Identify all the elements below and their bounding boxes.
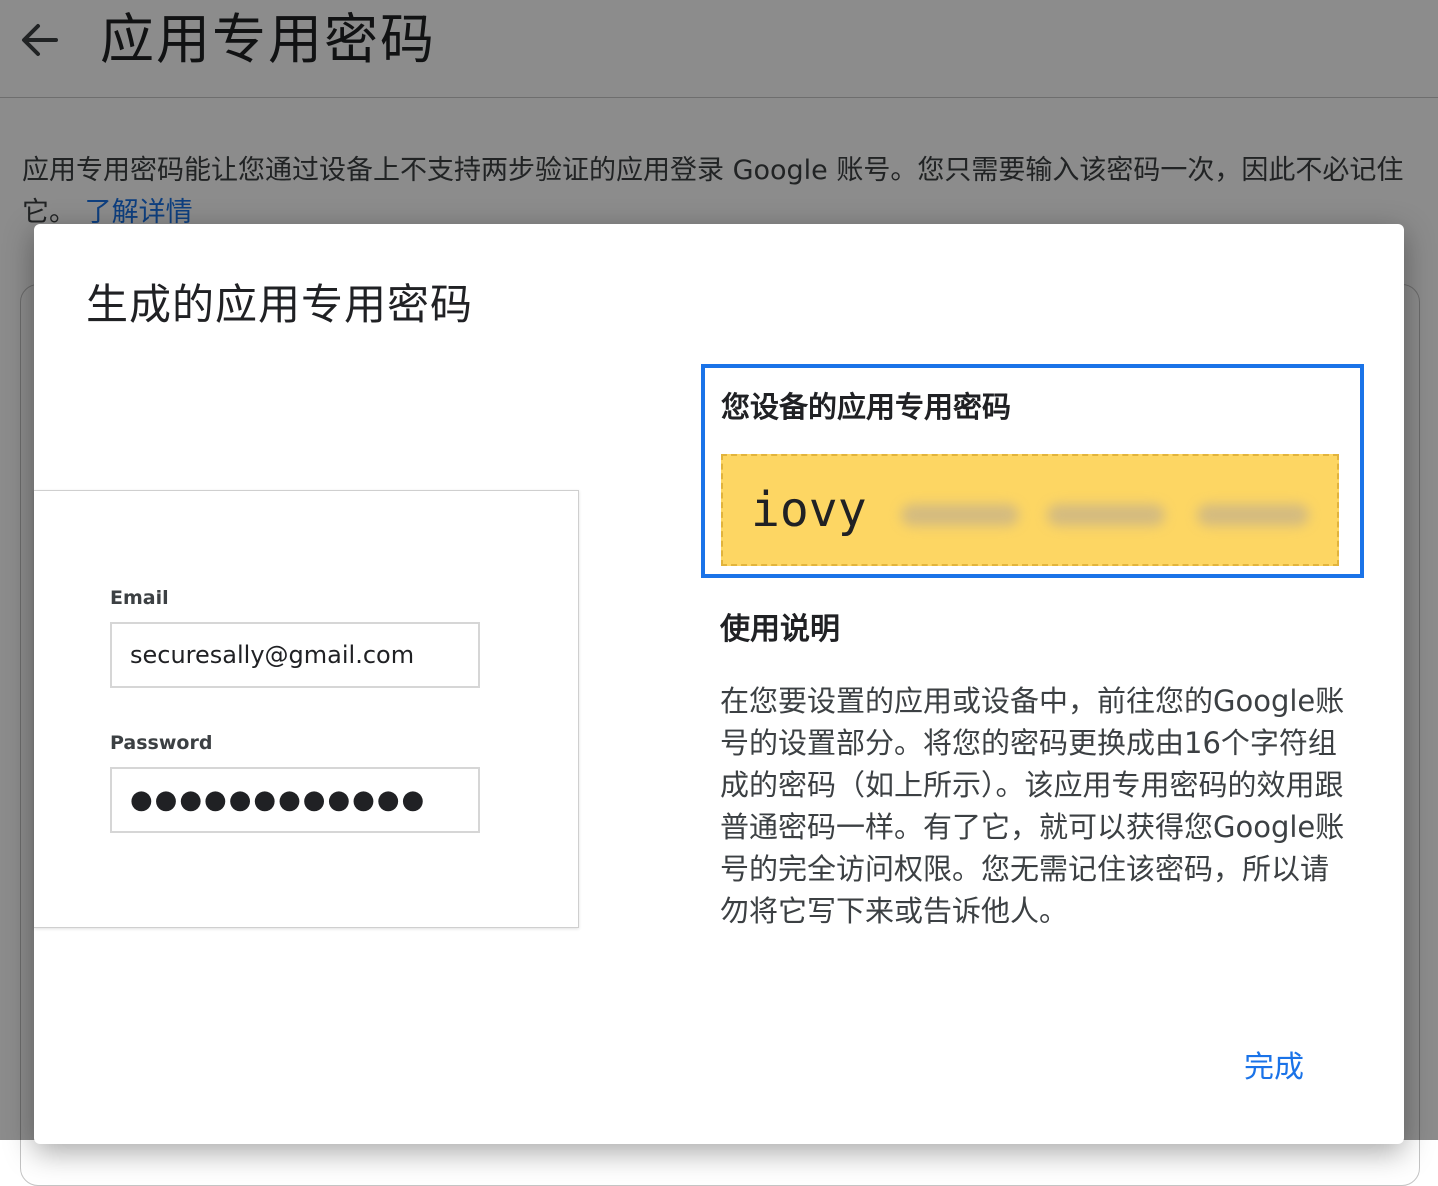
email-value: securesally@gmail.com (130, 641, 415, 669)
app-password-label: 您设备的应用专用密码 (721, 390, 1012, 424)
password-dots: ●●●●●●●●●●●● (130, 785, 427, 815)
password-label: Password (110, 732, 213, 754)
login-form-illustration: Email securesally@gmail.com Password ●●●… (34, 490, 579, 928)
blurred-password-segment (1197, 504, 1309, 526)
password-field: ●●●●●●●●●●●● (110, 767, 480, 833)
blurred-password-segment (1047, 504, 1165, 526)
generated-password-dialog: 生成的应用专用密码 Email securesally@gmail.com Pa… (34, 224, 1404, 1144)
app-password-visible-text: iovy (751, 482, 867, 538)
email-label: Email (110, 587, 169, 609)
usage-text: 在您要设置的应用或设备中，前往您的Google账号的设置部分。将您的密码更换成由… (720, 684, 1345, 928)
usage-title: 使用说明 (720, 612, 840, 647)
app-password-panel: 您设备的应用专用密码 iovy (701, 364, 1364, 578)
blurred-password-segment (901, 504, 1019, 526)
app-password-box[interactable]: iovy (721, 454, 1339, 566)
dialog-title: 生成的应用专用密码 (86, 280, 474, 329)
done-button[interactable]: 完成 (1234, 1036, 1314, 1092)
email-field: securesally@gmail.com (110, 622, 480, 688)
